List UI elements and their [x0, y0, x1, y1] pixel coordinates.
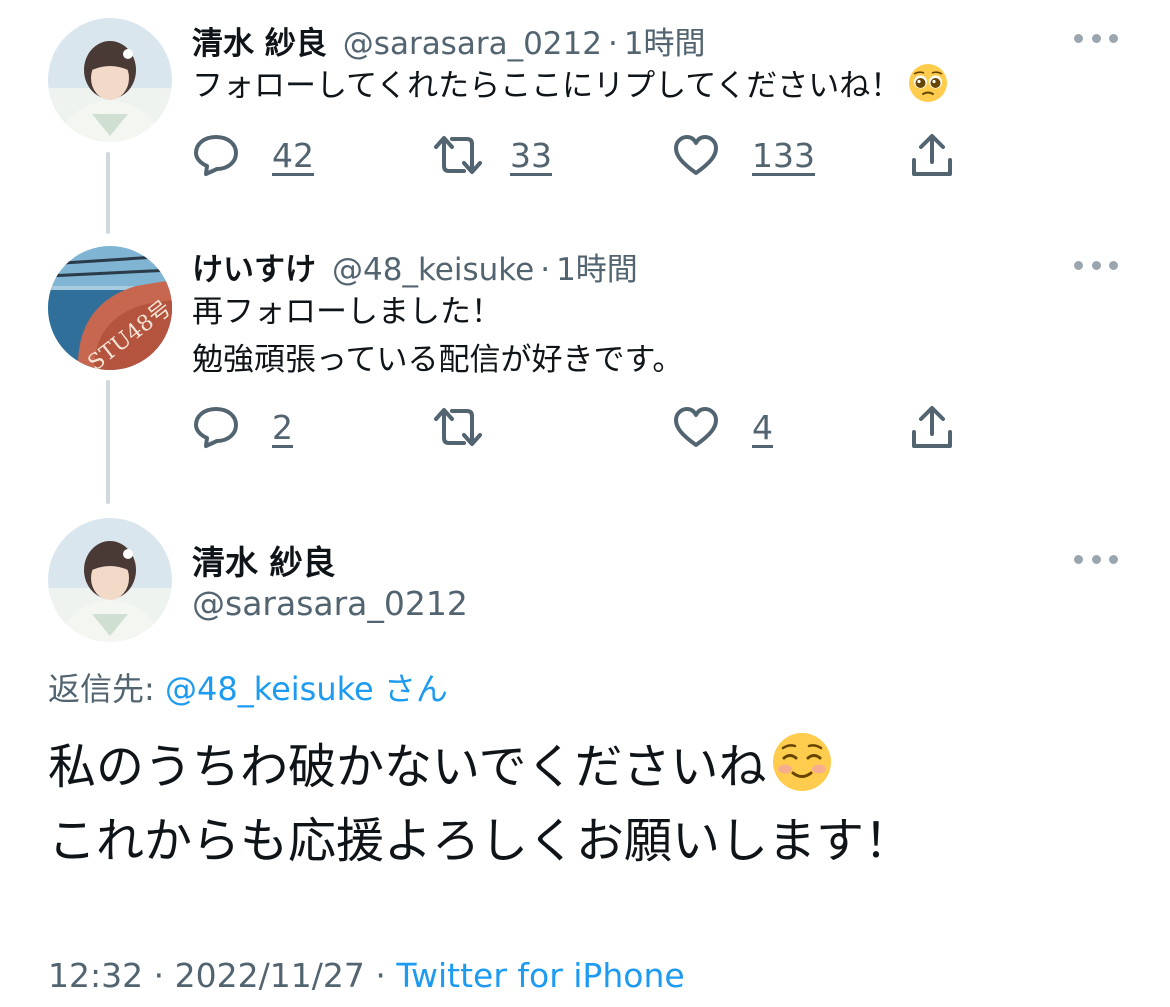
retweet-button[interactable]	[430, 402, 486, 452]
like-button[interactable]: 133	[672, 130, 815, 180]
tweet-text-line: 勉強頑張っている配信が好きです。	[192, 342, 684, 378]
tweet-meta: 12:32 · 2022/11/27 · Twitter for iPhone	[48, 956, 685, 995]
like-icon	[674, 135, 718, 175]
meta-separator: ·	[153, 956, 165, 995]
author-handle[interactable]: @sarasara_0212	[343, 26, 602, 62]
reply-count[interactable]: 2	[272, 408, 293, 447]
share-icon	[912, 134, 952, 176]
avatar[interactable]	[48, 518, 172, 642]
tweet-timestamp[interactable]: 12:32	[48, 956, 143, 995]
tweet-thread-view: 清水 紗良 @sarasara_0212 · 1時間 フォローしてくれたらここに…	[0, 0, 1170, 1007]
retweet-icon	[434, 408, 482, 446]
replying-to-suffix: さん	[383, 670, 448, 708]
tweet-actions: 2 4	[192, 402, 972, 452]
header-separator: ·	[540, 252, 551, 288]
author-name[interactable]: 清水 紗良	[192, 18, 327, 63]
like-button[interactable]: 4	[672, 402, 773, 452]
main-tweet-text: 私のうちわ破かないでくださいね これからも応援よろしくお願いします！	[48, 730, 912, 878]
reply-count[interactable]: 42	[272, 136, 314, 175]
author-handle[interactable]: @48_keisuke	[332, 252, 534, 288]
like-count[interactable]: 133	[752, 136, 815, 175]
smiling-face-emoji	[772, 733, 831, 791]
retweet-count[interactable]: 33	[510, 136, 552, 175]
tweet-time[interactable]: 1時間	[556, 244, 638, 289]
author-handle[interactable]: @sarasara_0212	[192, 584, 468, 623]
tweet-text-line: 再フォローしました！	[192, 294, 502, 330]
share-button[interactable]	[910, 130, 954, 180]
pleading-face-emoji	[909, 64, 948, 102]
author-name[interactable]: 清水 紗良	[192, 536, 336, 584]
replying-to: 返信先: @48_keisuke さん	[48, 664, 448, 710]
tweet-text: フォローしてくれたらここにリプしてくださいね！	[192, 62, 949, 110]
meta-separator: ·	[375, 956, 386, 995]
retweet-button[interactable]: 33	[430, 130, 552, 180]
tweet-text: 再フォローしました！ 勉強頑張っている配信が好きです。	[192, 288, 683, 384]
share-icon	[912, 406, 952, 448]
like-count[interactable]: 4	[752, 408, 773, 447]
replying-to-mention[interactable]: @48_keisuke	[165, 670, 374, 708]
tweet-text-line: フォローしてくれたらここにリプしてくださいね！	[192, 68, 902, 104]
reply-button[interactable]: 2	[192, 402, 293, 452]
tweet-text-line: これからも応援よろしくお願いします！	[48, 813, 913, 869]
tweet-time[interactable]: 1時間	[624, 18, 706, 63]
tweet-header: けいすけ @48_keisuke · 1時間	[192, 244, 638, 289]
tweet-header: 清水 紗良 @sarasara_0212 · 1時間	[192, 18, 706, 63]
tweet-date[interactable]: 2022/11/27	[175, 956, 365, 995]
avatar[interactable]: STU48号	[48, 246, 172, 370]
avatar[interactable]	[48, 18, 172, 142]
replying-to-label: 返信先:	[48, 670, 155, 708]
reply-icon	[194, 135, 238, 176]
reply-icon	[194, 407, 238, 448]
share-button[interactable]	[910, 402, 954, 452]
author-name[interactable]: けいすけ	[192, 244, 316, 289]
header-separator: ·	[607, 26, 618, 62]
tweet-source-link[interactable]: Twitter for iPhone	[396, 956, 684, 995]
more-icon[interactable]	[1074, 255, 1118, 275]
thread-connector-line	[106, 152, 110, 234]
tweet-text-line: 私のうちわ破かないでくださいね	[48, 739, 767, 795]
tweet-actions: 42 33 133	[192, 130, 972, 180]
more-icon[interactable]	[1074, 549, 1118, 569]
thread-connector-line	[106, 380, 110, 504]
like-icon	[674, 407, 718, 447]
more-icon[interactable]	[1074, 28, 1118, 48]
retweet-icon	[434, 136, 482, 174]
reply-button[interactable]: 42	[192, 130, 314, 180]
